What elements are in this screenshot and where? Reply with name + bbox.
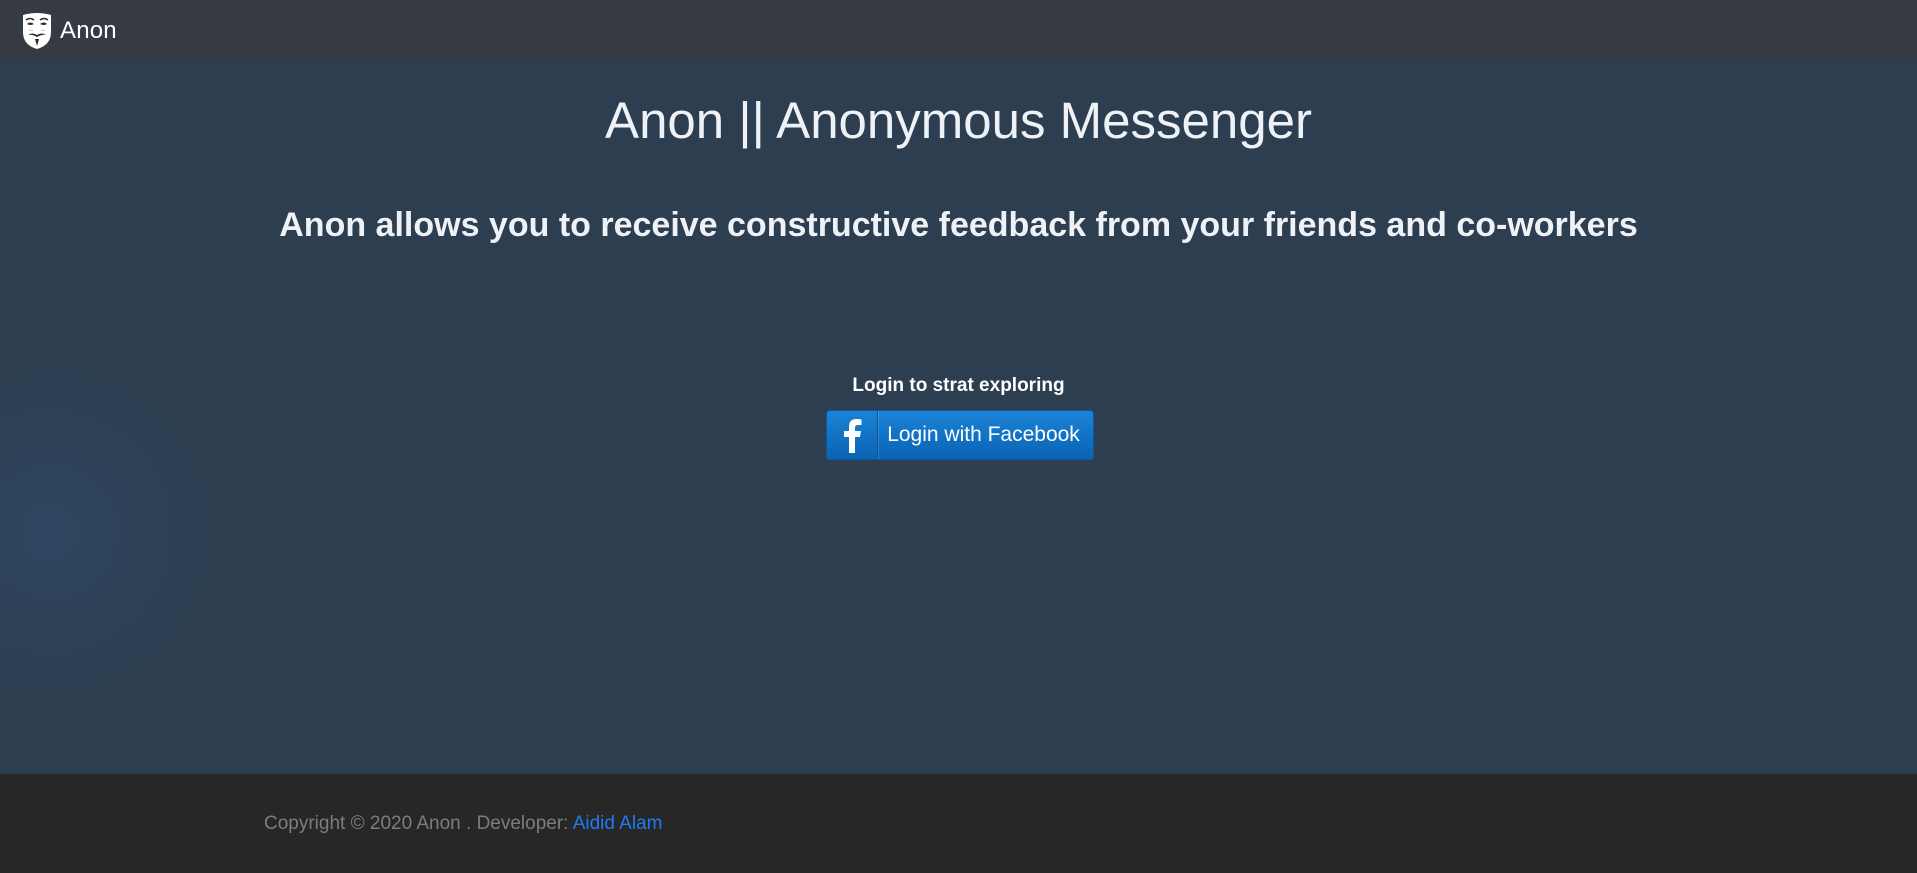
main-content: Anon || Anonymous Messenger Anon allows …	[0, 62, 1917, 774]
background-glow	[0, 362, 220, 702]
page-title: Anon || Anonymous Messenger	[605, 92, 1312, 149]
brand-link[interactable]: Anon	[20, 12, 117, 50]
developer-link[interactable]: Aidid Alam	[573, 813, 663, 834]
footer-copyright: Copyright © 2020 Anon . Developer: Aidid…	[264, 812, 662, 836]
guy-fawkes-mask-icon	[23, 13, 51, 49]
footer: Copyright © 2020 Anon . Developer: Aidid…	[0, 774, 1917, 873]
navbar: Anon	[0, 0, 1917, 62]
brand-name: Anon	[60, 17, 117, 44]
login-prompt: Login to strat exploring	[852, 375, 1065, 396]
page-subtitle: Anon allows you to receive constructive …	[279, 206, 1638, 244]
login-with-facebook-button[interactable]: Login with Facebook	[826, 410, 1094, 460]
login-button-label: Login with Facebook	[887, 423, 1080, 446]
facebook-icon	[827, 411, 878, 459]
copyright-text: Copyright © 2020 Anon . Developer:	[264, 813, 573, 834]
